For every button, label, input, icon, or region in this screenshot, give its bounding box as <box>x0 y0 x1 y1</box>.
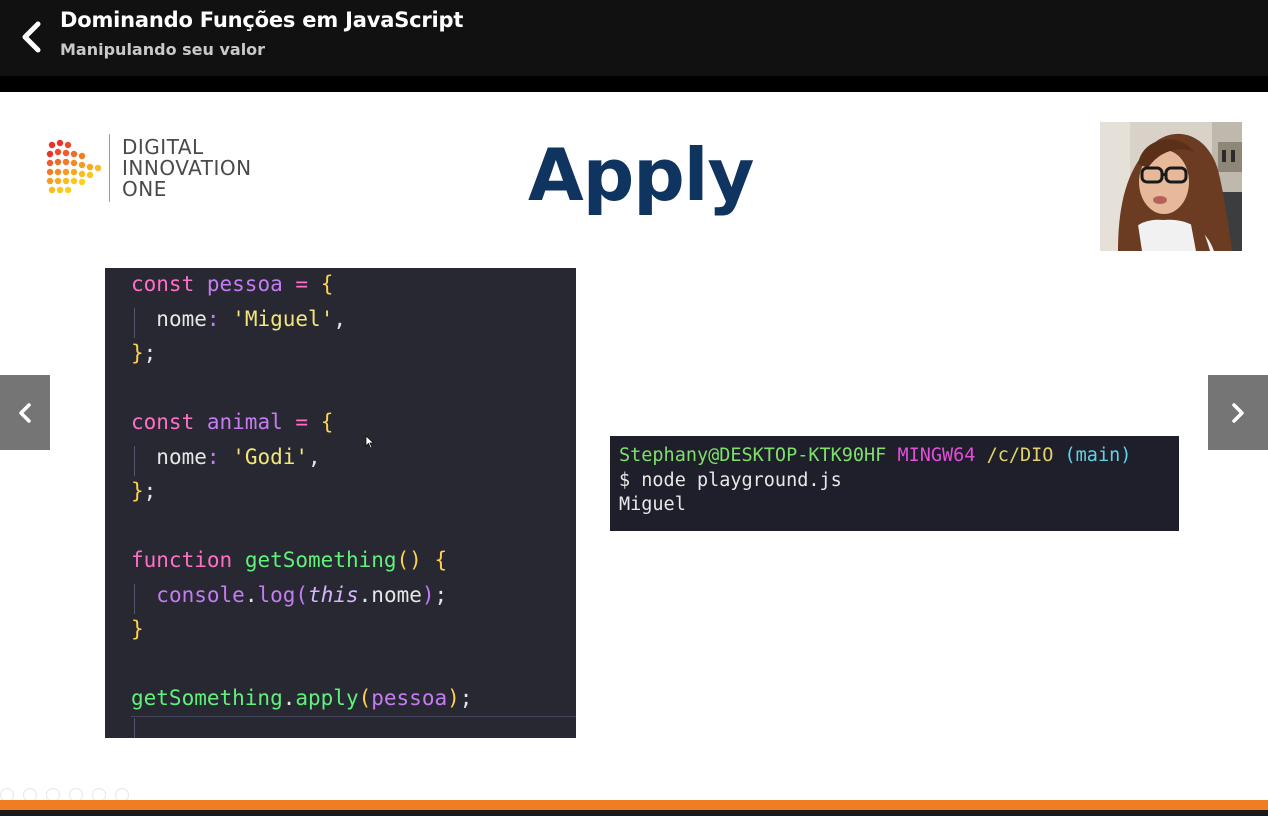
video-progress-bar[interactable] <box>0 800 1268 810</box>
code-token: () <box>396 548 422 572</box>
code-line-10: console.log(this.nome); <box>131 583 447 607</box>
code-line-9: function getSomething() { <box>131 548 447 572</box>
next-slide-button[interactable] <box>1208 375 1268 450</box>
code-token: apply <box>295 686 359 710</box>
code-token: nome <box>156 445 207 469</box>
code-token: pessoa <box>206 272 283 296</box>
course-header: Dominando Funções em JavaScript Manipula… <box>0 0 1268 76</box>
code-token: ) <box>447 686 460 710</box>
code-token: : <box>206 307 220 331</box>
code-token: } <box>131 617 144 641</box>
terminal-branch: (main) <box>1064 445 1132 466</box>
logo-line-1: DIGITAL <box>122 135 204 159</box>
code-token: ( <box>295 583 309 607</box>
code-line-2: nome: 'Miguel', <box>131 307 346 331</box>
chevron-right-icon <box>1232 402 1244 423</box>
logo-line-3: ONE <box>122 177 167 201</box>
code-token: getSomething <box>244 548 397 572</box>
code-line-3: }; <box>131 341 156 365</box>
mouse-cursor-icon <box>365 435 375 449</box>
code-token: ( <box>358 686 372 710</box>
code-token: } <box>131 479 144 503</box>
code-token: ; <box>459 686 473 710</box>
previous-slide-button[interactable] <box>0 375 50 450</box>
terminal-command: $ node playground.js <box>619 470 842 491</box>
code-token: this <box>308 583 359 607</box>
code-token: { <box>434 548 448 572</box>
code-line-11: } <box>131 617 144 641</box>
code-token: ; <box>143 479 157 503</box>
code-token: nome <box>371 583 422 607</box>
video-top-band <box>0 76 1268 92</box>
code-token: : <box>206 445 220 469</box>
code-token: ; <box>434 583 448 607</box>
presenter-video-image <box>1100 122 1242 251</box>
code-line-13: getSomething.apply(pessoa); <box>131 686 472 710</box>
terminal-result: Miguel <box>619 494 686 515</box>
chevron-left-icon <box>19 402 31 423</box>
code-token: pessoa <box>371 686 448 710</box>
dio-logo-icon <box>46 139 102 194</box>
logo-line-2: INNOVATION <box>122 156 252 180</box>
terminal-user: Stephany@DESKTOP-KTK90HF <box>619 445 887 466</box>
chevron-left-icon <box>22 21 41 53</box>
code-line-7: }; <box>131 479 156 503</box>
code-line-1: const pessoa = { <box>131 272 333 296</box>
code-token: { <box>320 272 334 296</box>
course-title: Dominando Funções em JavaScript <box>60 8 464 32</box>
logo-divider <box>109 134 110 202</box>
code-token: const <box>131 272 195 296</box>
terminal-output: Stephany@DESKTOP-KTK90HF MINGW64 /c/DIO … <box>610 436 1179 531</box>
code-token: . <box>358 583 372 607</box>
code-line-5: const animal = { <box>131 410 333 434</box>
code-editor-snippet: const pessoa = { nome: 'Miguel', }; cons… <box>105 268 576 738</box>
code-token: ; <box>143 341 157 365</box>
code-token: const <box>131 410 195 434</box>
code-token: , <box>333 307 346 331</box>
code-token: . <box>282 686 296 710</box>
code-token: , <box>308 445 321 469</box>
code-token: = <box>295 272 309 296</box>
presenter-webcam <box>1100 122 1242 251</box>
code-token: = <box>295 410 309 434</box>
code-token: 'Miguel' <box>232 307 334 331</box>
slide-title: Apply <box>528 133 754 217</box>
terminal-shell: MINGW64 <box>897 445 976 466</box>
indent-guide <box>134 718 135 738</box>
code-token: console <box>156 583 245 607</box>
code-token: animal <box>206 410 283 434</box>
code-token: getSomething <box>131 686 283 710</box>
code-token: 'Godi' <box>232 445 309 469</box>
bottom-strip <box>0 810 1268 816</box>
terminal-path: /c/DIO <box>986 445 1054 466</box>
code-line-6: nome: 'Godi', <box>131 445 321 469</box>
terminal-prompt-line: Stephany@DESKTOP-KTK90HF MINGW64 /c/DIO … <box>619 445 1131 466</box>
current-line-highlight <box>131 716 576 717</box>
back-button[interactable] <box>14 18 52 56</box>
code-token: { <box>320 410 334 434</box>
dio-logo-text: DIGITAL INNOVATION ONE <box>122 137 252 200</box>
code-token: . <box>244 583 258 607</box>
code-token: ) <box>421 583 435 607</box>
lesson-title: Manipulando seu valor <box>60 40 266 59</box>
code-token: } <box>131 341 144 365</box>
code-token: log <box>257 583 296 607</box>
code-token: nome <box>156 307 207 331</box>
code-token: function <box>131 548 233 572</box>
